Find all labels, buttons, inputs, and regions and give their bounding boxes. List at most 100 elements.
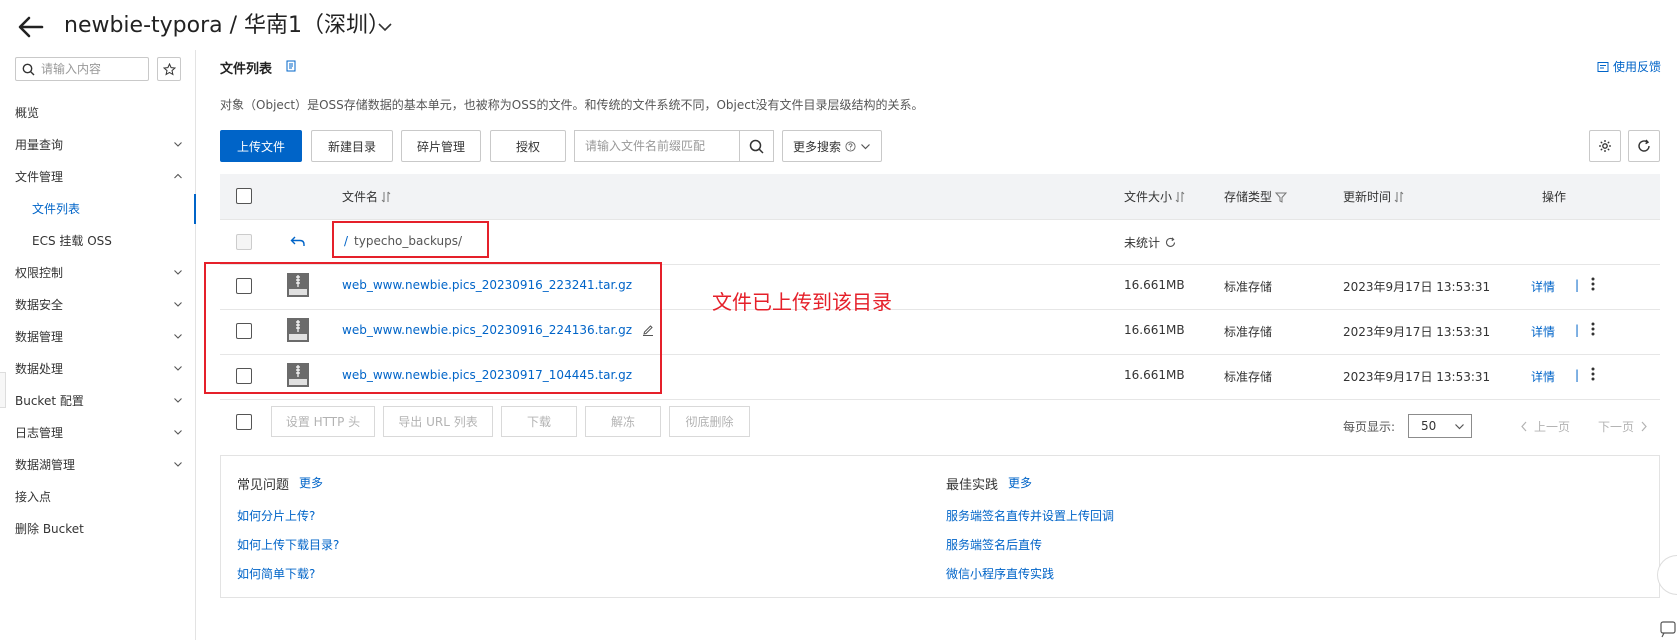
back-to-parent-icon[interactable] bbox=[290, 234, 306, 250]
sidebar-item[interactable]: 权限控制 bbox=[15, 257, 187, 287]
search-button[interactable] bbox=[739, 131, 773, 161]
refresh-small-icon[interactable] bbox=[1165, 237, 1176, 248]
search-icon bbox=[22, 63, 35, 76]
row-divider bbox=[220, 219, 1660, 220]
sidebar-item[interactable]: Bucket 配置 bbox=[15, 385, 187, 415]
sidebar-search[interactable] bbox=[15, 57, 149, 81]
chevron-down-icon bbox=[1454, 421, 1465, 432]
document-icon[interactable] bbox=[285, 60, 297, 72]
floating-chat-icon[interactable] bbox=[1657, 612, 1677, 640]
upload-file-button[interactable]: 上传文件 bbox=[220, 130, 302, 162]
more-actions-icon[interactable] bbox=[1590, 276, 1596, 292]
chevron-right-icon bbox=[1640, 421, 1648, 432]
sidebar-item-label: 数据管理 bbox=[15, 329, 64, 344]
best-practice-link[interactable]: 微信小程序直传实践 bbox=[946, 565, 1054, 582]
column-storage-header[interactable]: 存储类型 bbox=[1224, 188, 1288, 205]
file-size: 16.661MB bbox=[1124, 278, 1185, 292]
sidebar-item[interactable]: 文件管理 bbox=[15, 161, 187, 191]
more-actions-icon[interactable] bbox=[1590, 321, 1596, 337]
more-search-dropdown[interactable]: 更多搜索 bbox=[782, 130, 882, 162]
faq-link[interactable]: 如何上传下载目录? bbox=[237, 536, 339, 553]
column-name-label: 文件名 bbox=[342, 190, 379, 204]
file-search bbox=[574, 130, 774, 162]
annotation-note: 文件已上传到该目录 bbox=[712, 290, 892, 314]
bulk-select-checkbox[interactable] bbox=[236, 414, 252, 430]
authorize-button[interactable]: 授权 bbox=[490, 130, 566, 162]
file-prefix-search-input[interactable] bbox=[575, 131, 739, 161]
sort-icon bbox=[1175, 191, 1185, 203]
faq-link[interactable]: 如何简单下载? bbox=[237, 565, 315, 582]
sidebar-item-label: 日志管理 bbox=[15, 425, 64, 440]
faq-link[interactable]: 如何分片上传? bbox=[237, 507, 315, 524]
annotation-files-box bbox=[204, 262, 662, 394]
sort-icon bbox=[1394, 191, 1404, 203]
next-page-button[interactable]: 下一页 bbox=[1598, 418, 1648, 435]
sidebar-item[interactable]: 数据湖管理 bbox=[15, 449, 187, 479]
sidebar-item-label: 概览 bbox=[15, 105, 40, 120]
more-actions-icon[interactable] bbox=[1590, 366, 1596, 382]
select-all-checkbox[interactable] bbox=[236, 188, 252, 204]
updated-time: 2023年9月17日 13:53:31 bbox=[1343, 280, 1491, 294]
best-practice-link[interactable]: 服务端签名后直传 bbox=[946, 536, 1042, 553]
detail-link[interactable]: 详情 bbox=[1531, 368, 1555, 385]
sidebar-item[interactable]: 用量查询 bbox=[15, 129, 187, 159]
best-practice-link[interactable]: 服务端签名直传并设置上传回调 bbox=[946, 507, 1114, 524]
bucket-switch-chevron-icon[interactable] bbox=[376, 18, 394, 36]
column-name-header[interactable]: 文件名 bbox=[342, 188, 391, 205]
action-separator: | bbox=[1575, 323, 1580, 337]
sidebar-collapse-handle[interactable] bbox=[0, 372, 6, 408]
row-divider bbox=[220, 399, 1660, 400]
unfreeze-button[interactable]: 解冻 bbox=[585, 406, 661, 437]
table-header bbox=[220, 174, 1660, 219]
sidebar-item[interactable]: 概览 bbox=[15, 97, 187, 127]
sort-icon bbox=[381, 191, 391, 203]
favorite-star-icon[interactable] bbox=[157, 57, 181, 81]
sidebar-item[interactable]: 数据管理 bbox=[15, 321, 187, 351]
sidebar-item-label: Bucket 配置 bbox=[15, 393, 84, 408]
sidebar-item-label: 权限控制 bbox=[15, 265, 64, 280]
download-button[interactable]: 下载 bbox=[501, 406, 577, 437]
sidebar-item[interactable]: 日志管理 bbox=[15, 417, 187, 447]
annotation-path-box bbox=[332, 221, 489, 258]
sidebar-item[interactable]: 文件列表 bbox=[32, 193, 182, 223]
sidebar-search-input[interactable] bbox=[41, 62, 141, 76]
sidebar-item[interactable]: 数据处理 bbox=[15, 353, 187, 383]
more-search-label: 更多搜索 bbox=[792, 139, 841, 154]
chevron-down-icon bbox=[173, 459, 187, 469]
file-size: 16.661MB bbox=[1124, 323, 1185, 337]
set-http-header-button[interactable]: 设置 HTTP 头 bbox=[271, 406, 375, 437]
refresh-button[interactable] bbox=[1628, 130, 1660, 162]
detail-link[interactable]: 详情 bbox=[1531, 323, 1555, 340]
new-directory-button[interactable]: 新建目录 bbox=[311, 130, 393, 162]
permanent-delete-button[interactable]: 彻底删除 bbox=[669, 406, 750, 437]
feedback-label: 使用反馈 bbox=[1612, 60, 1661, 74]
sidebar-item[interactable]: ECS 挂载 OSS bbox=[32, 225, 182, 255]
best-practice-more-link[interactable]: 更多 bbox=[1008, 474, 1032, 493]
per-page-select[interactable]: 50 bbox=[1408, 414, 1472, 438]
sidebar-item[interactable]: 数据安全 bbox=[15, 289, 187, 319]
sidebar-divider bbox=[195, 50, 196, 640]
floating-edit-widget[interactable] bbox=[1657, 555, 1677, 595]
next-page-label: 下一页 bbox=[1598, 420, 1635, 434]
sidebar-item-label: 数据湖管理 bbox=[15, 457, 76, 472]
fragment-management-button[interactable]: 碎片管理 bbox=[401, 130, 481, 162]
sidebar-item[interactable]: 接入点 bbox=[15, 481, 187, 511]
faq-heading: 常见问题 更多 bbox=[237, 474, 323, 493]
detail-link[interactable]: 详情 bbox=[1531, 278, 1555, 295]
sidebar-active-indicator bbox=[194, 194, 196, 224]
per-page-value: 50 bbox=[1421, 419, 1437, 433]
faq-more-link[interactable]: 更多 bbox=[299, 474, 323, 493]
back-arrow-icon[interactable] bbox=[16, 12, 46, 42]
sidebar-item[interactable]: 删除 Bucket bbox=[15, 513, 187, 543]
prev-page-button[interactable]: 上一页 bbox=[1520, 418, 1570, 435]
refresh-icon bbox=[1637, 139, 1651, 153]
feedback-link[interactable]: 使用反馈 bbox=[1597, 58, 1661, 75]
column-size-header[interactable]: 文件大小 bbox=[1124, 188, 1185, 205]
per-page-label: 每页显示: bbox=[1343, 420, 1396, 434]
column-updated-label: 更新时间 bbox=[1343, 190, 1392, 204]
column-updated-header[interactable]: 更新时间 bbox=[1343, 188, 1404, 205]
settings-button[interactable] bbox=[1589, 130, 1621, 162]
page-title: newbie-typora / 华南1（深圳） bbox=[64, 13, 391, 38]
help-panel bbox=[220, 455, 1660, 598]
export-url-list-button[interactable]: 导出 URL 列表 bbox=[383, 406, 493, 437]
